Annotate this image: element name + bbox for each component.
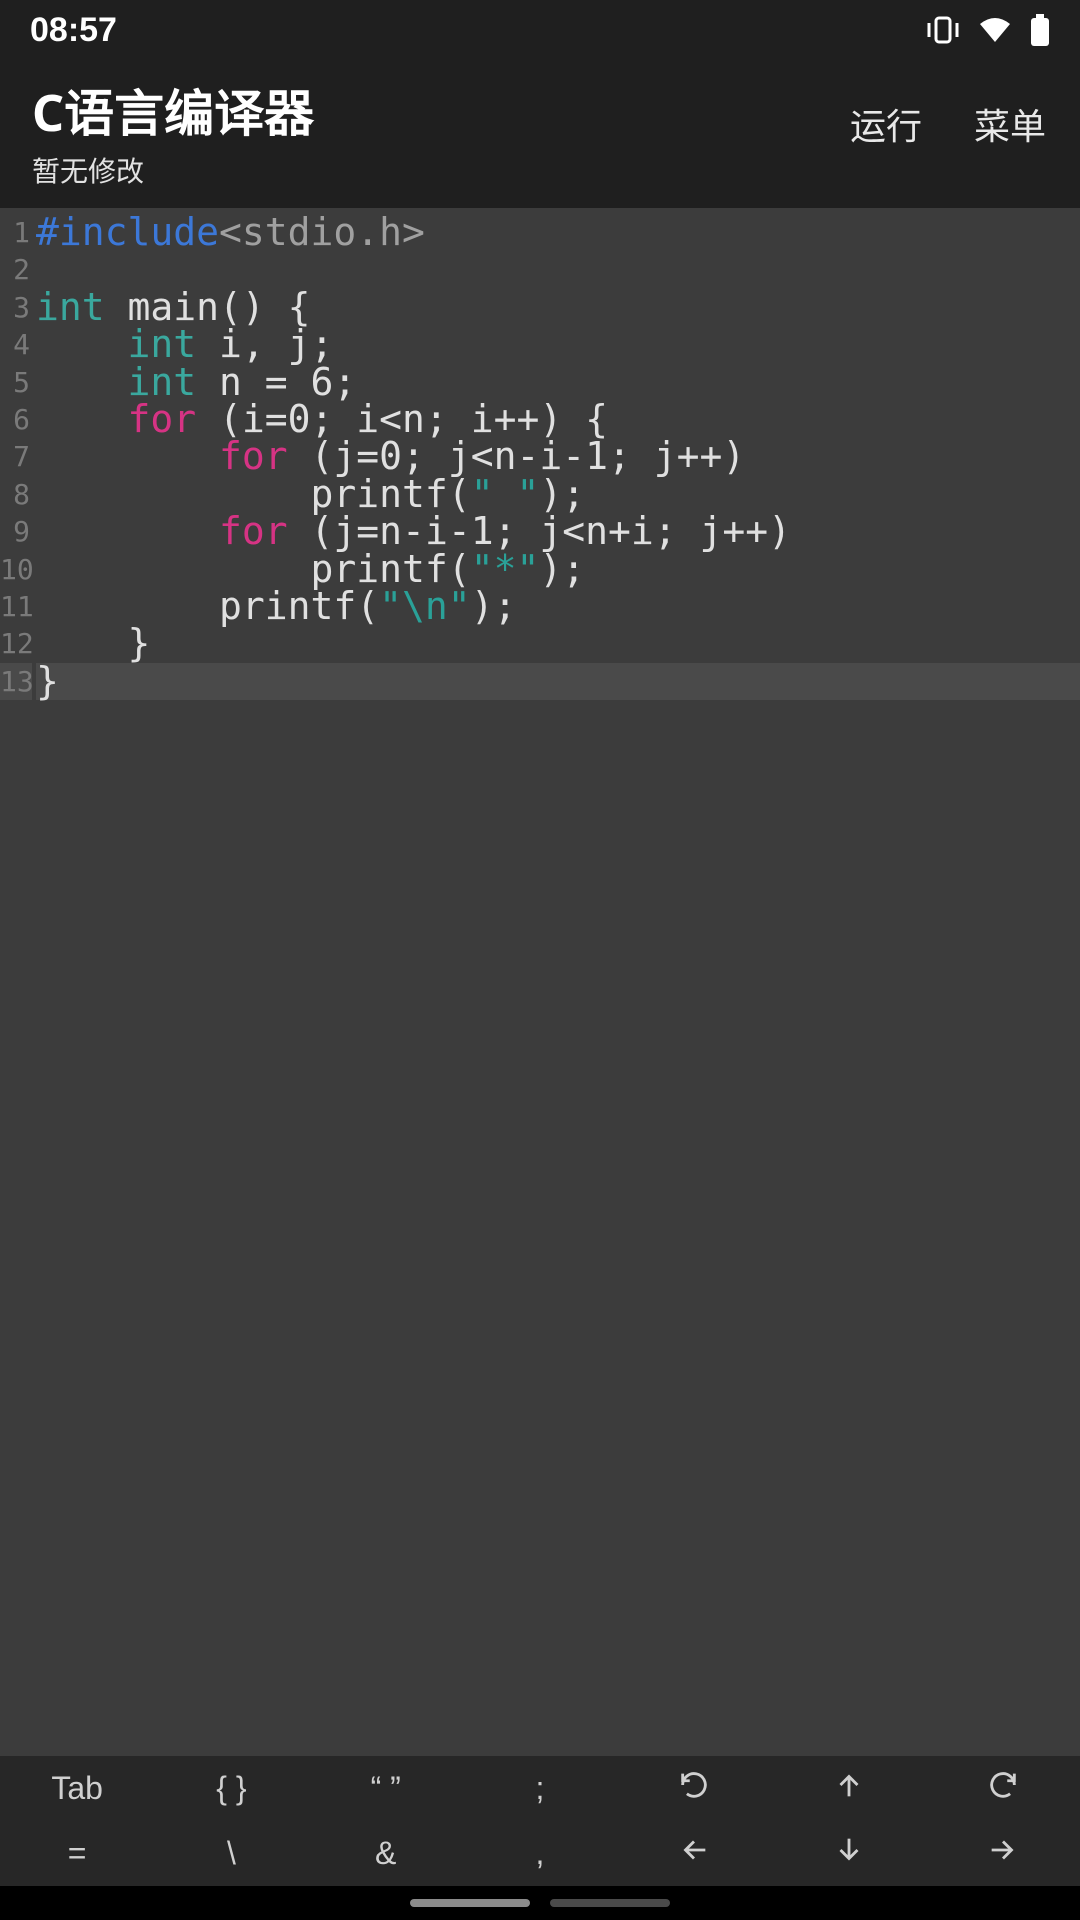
token-include-path: <stdio.h>: [219, 210, 425, 254]
line-number: 9: [0, 513, 32, 550]
arrow-left-button[interactable]: [617, 1821, 771, 1886]
undo-icon: [677, 1768, 711, 1810]
line-number: 8: [0, 476, 32, 513]
line-number: 13: [0, 663, 32, 700]
app-subtitle: 暂无修改: [32, 150, 314, 190]
line-number: 4: [0, 326, 32, 363]
line-number: 11: [0, 588, 32, 625]
undo-button[interactable]: [617, 1756, 771, 1821]
line-number: 5: [0, 364, 32, 401]
token-string: "\n": [379, 584, 471, 628]
arrow-down-icon: [832, 1833, 866, 1875]
key-semicolon[interactable]: ;: [463, 1756, 617, 1821]
arrow-left-icon: [677, 1833, 711, 1875]
status-bar: 08:57: [0, 0, 1080, 60]
status-icons: [926, 14, 1050, 46]
key-backslash[interactable]: \: [154, 1821, 308, 1886]
token-code: );: [539, 547, 585, 591]
token-code: }: [36, 659, 59, 703]
key-equals[interactable]: =: [0, 1821, 154, 1886]
line-number: 6: [0, 401, 32, 438]
battery-icon: [1030, 14, 1050, 46]
android-nav-bar: [0, 1886, 1080, 1920]
code-area[interactable]: #include<stdio.h>int main() { int i, j; …: [32, 208, 1080, 1756]
token-preprocessor: #include: [36, 210, 219, 254]
key-tab[interactable]: Tab: [0, 1756, 154, 1821]
token-code: );: [471, 584, 517, 628]
line-number: 12: [0, 625, 32, 662]
nav-pill[interactable]: [550, 1899, 670, 1907]
line-number: 2: [0, 251, 32, 288]
line-number: 3: [0, 289, 32, 326]
clock: 08:57: [30, 11, 117, 50]
code-editor[interactable]: 1 2 3 4 5 6 7 8 9 10 11 12 13 #include<s…: [0, 208, 1080, 1756]
redo-button[interactable]: [926, 1756, 1080, 1821]
key-braces[interactable]: { }: [154, 1756, 308, 1821]
line-number: 10: [0, 551, 32, 588]
arrow-right-button[interactable]: [926, 1821, 1080, 1886]
key-quotes[interactable]: “ ”: [309, 1756, 463, 1821]
shortcut-toolbar: Tab { } “ ” ; =: [0, 1756, 1080, 1886]
arrow-down-button[interactable]: [771, 1821, 925, 1886]
arrow-up-icon: [832, 1768, 866, 1810]
line-gutter: 1 2 3 4 5 6 7 8 9 10 11 12 13: [0, 208, 32, 1756]
arrow-right-icon: [986, 1833, 1020, 1875]
arrow-up-button[interactable]: [771, 1756, 925, 1821]
menu-button[interactable]: 菜单: [974, 98, 1046, 150]
nav-pill[interactable]: [410, 1899, 530, 1907]
vibrate-icon: [926, 16, 960, 44]
run-button[interactable]: 运行: [850, 98, 922, 150]
redo-icon: [986, 1768, 1020, 1810]
line-number: 7: [0, 438, 32, 475]
key-comma[interactable]: ,: [463, 1821, 617, 1886]
key-ampersand[interactable]: &: [309, 1821, 463, 1886]
app-title: C语言编译器: [32, 74, 314, 146]
wifi-icon: [978, 16, 1012, 44]
line-number: 1: [0, 214, 32, 251]
app-header: C语言编译器 暂无修改 运行 菜单: [0, 60, 1080, 208]
